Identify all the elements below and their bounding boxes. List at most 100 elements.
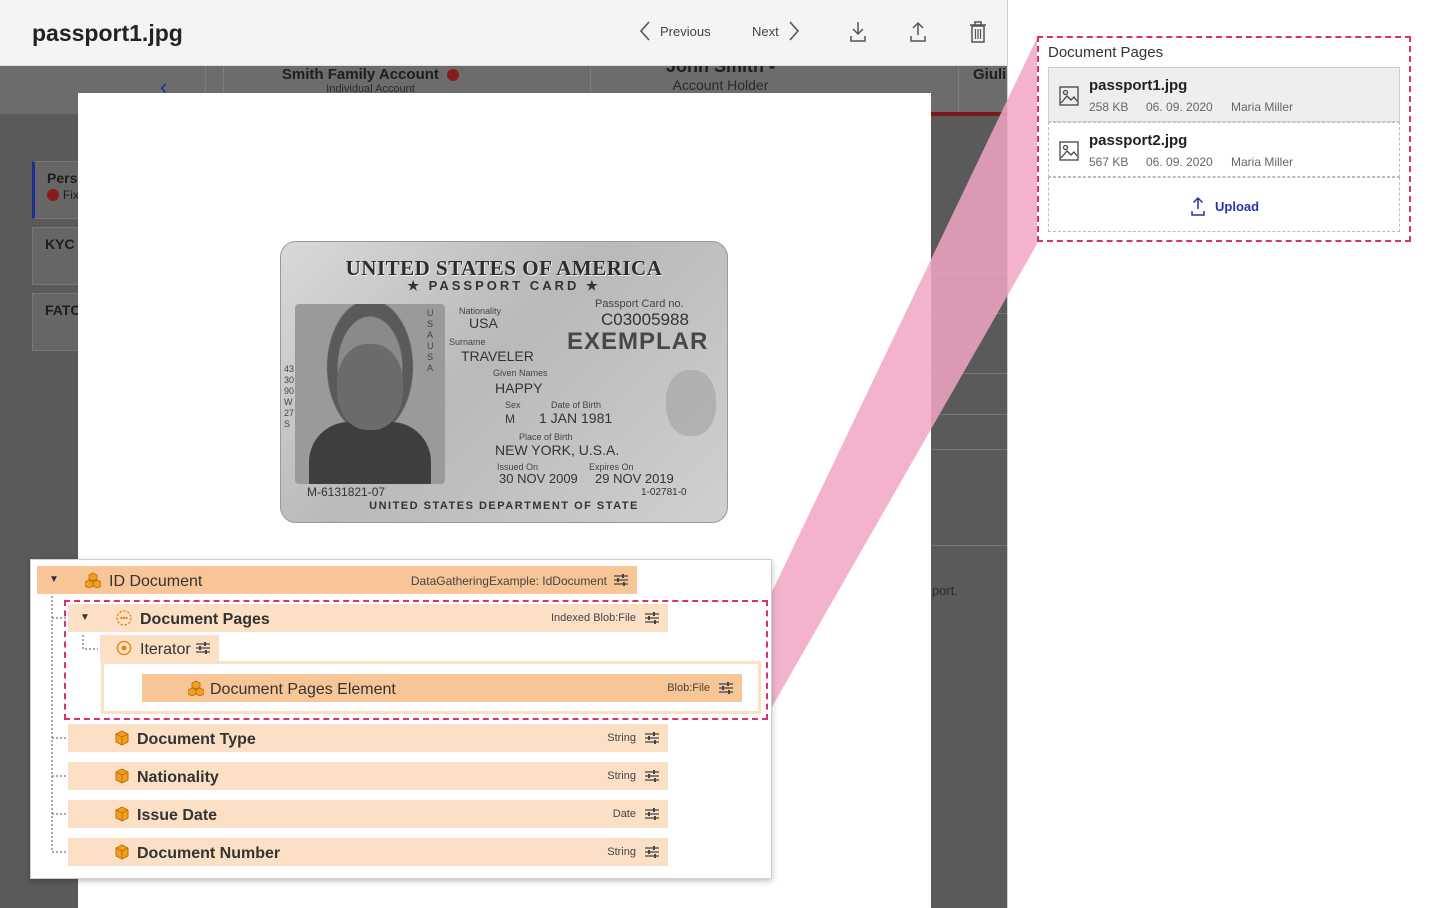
background-tab-third: Giulia xyxy=(958,66,1007,114)
tree-node-type: Indexed Blob:File xyxy=(551,612,636,624)
viewer-header: passport1.jpg Previous Next xyxy=(0,0,1007,66)
previous-label: Previous xyxy=(660,23,711,39)
tree-node-type: String xyxy=(607,770,636,782)
field-cube-icon xyxy=(115,806,129,822)
passport-exemplar: EXEMPLAR xyxy=(567,328,709,355)
background-divider xyxy=(931,545,1007,546)
page-item-name: passport2.jpg xyxy=(1089,132,1188,149)
settings-sliders-icon[interactable] xyxy=(645,731,659,745)
tree-node-label: Document Type xyxy=(137,731,256,748)
background-tab-account-title: Smith Family Account xyxy=(281,66,439,83)
page-item-name: passport1.jpg xyxy=(1089,77,1188,94)
field-cube-icon xyxy=(115,768,129,784)
background-divider xyxy=(931,414,1007,415)
upload-label: Upload xyxy=(1215,198,1260,214)
tree-node-label: Document Number xyxy=(137,845,281,862)
upload-button[interactable]: Upload xyxy=(1189,196,1259,216)
page-item-user: Maria Miller xyxy=(1231,100,1294,114)
background-divider xyxy=(931,373,1007,374)
background-active-tab-indicator xyxy=(931,112,1007,116)
upload-icon xyxy=(1191,196,1205,216)
tree-node-label: ID Document xyxy=(109,573,203,590)
collection-icon xyxy=(116,610,132,626)
upload-area: Upload xyxy=(1048,177,1400,232)
passport-pob-label: Place of Birth xyxy=(519,432,573,442)
tree-node-label: Document Pages Element xyxy=(210,681,396,698)
error-icon xyxy=(447,69,460,82)
iterator-icon xyxy=(116,640,132,656)
tree-node-type: Blob:File xyxy=(667,682,710,694)
settings-sliders-icon[interactable] xyxy=(614,573,628,587)
object-cluster-icon xyxy=(188,680,204,696)
field-cube-icon xyxy=(115,730,129,746)
page-item-size: 258 KB xyxy=(1089,100,1129,114)
background-card-personal-status: Fix xyxy=(62,188,79,202)
background-tab-holder-sub: Account Holder xyxy=(672,77,769,93)
passport-sex: M xyxy=(505,412,515,426)
passport-photo-face xyxy=(337,344,403,430)
object-cluster-icon xyxy=(85,572,101,588)
image-icon xyxy=(1059,86,1079,106)
passport-card-image: UNITED STATES OF AMERICA ★ PASSPORT CARD… xyxy=(280,241,728,523)
background-divider xyxy=(931,449,1007,450)
previous-button[interactable]: Previous xyxy=(638,20,711,42)
settings-sliders-icon[interactable] xyxy=(719,681,733,695)
next-label: Next xyxy=(752,23,779,39)
passport-vertical-country: USAUSA xyxy=(427,308,434,373)
passport-photo-body xyxy=(309,422,431,484)
passport-issued: 30 NOV 2009 xyxy=(499,471,578,486)
passport-given-label: Given Names xyxy=(493,368,548,378)
passport-department: UNITED STATES DEPARTMENT OF STATE xyxy=(369,500,639,512)
tree-node-type: String xyxy=(607,732,636,744)
tree-node-label: Iterator xyxy=(140,641,191,658)
page-item-date: 06. 09. 2020 xyxy=(1146,155,1213,169)
tree-node-nationality[interactable]: Nationality String xyxy=(68,762,668,790)
tree-node-document-pages-element[interactable]: Document Pages Element Blob:File xyxy=(142,674,742,702)
passport-card-no: C03005988 xyxy=(601,310,689,329)
expand-caret-icon[interactable]: ▼ xyxy=(49,574,59,585)
passport-expires: 29 NOV 2019 xyxy=(595,471,674,486)
passport-nationality: USA xyxy=(469,315,498,331)
passport-card-no-label: Passport Card no. xyxy=(595,298,684,310)
settings-sliders-icon[interactable] xyxy=(645,807,659,821)
passport-vertical-number: 433090W27S xyxy=(284,364,295,429)
tree-node-label: Nationality xyxy=(137,769,219,786)
error-icon xyxy=(47,189,59,202)
file-title: passport1.jpg xyxy=(32,20,183,46)
page-item-user: Maria Miller xyxy=(1231,155,1294,169)
passport-photo xyxy=(295,304,445,484)
tree-node-document-type[interactable]: Document Type String xyxy=(68,724,668,752)
field-cube-icon xyxy=(115,844,129,860)
tree-node-issue-date[interactable]: Issue Date Date xyxy=(68,800,668,828)
tree-node-type: String xyxy=(607,846,636,858)
settings-sliders-icon[interactable] xyxy=(196,641,210,655)
passport-sex-label: Sex xyxy=(505,400,521,410)
settings-sliders-icon[interactable] xyxy=(645,611,659,625)
page-item-passport2[interactable]: passport2.jpg 567 KB 06. 09. 2020 Maria … xyxy=(1048,122,1400,177)
tree-node-document-pages[interactable]: ▼ Document Pages Indexed Blob:File xyxy=(68,604,668,632)
upload-icon[interactable] xyxy=(907,20,929,44)
background-tab-third-title: Giulia xyxy=(973,66,1007,83)
background-divider xyxy=(931,272,1007,273)
tree-node-document-number[interactable]: Document Number String xyxy=(68,838,668,866)
passport-mrz-left: M-6131821-07 xyxy=(307,485,386,499)
passport-mrz-right: 1-02781-0 xyxy=(641,487,687,498)
background-divider xyxy=(931,313,1007,314)
expand-caret-icon[interactable]: ▼ xyxy=(80,612,90,623)
download-icon[interactable] xyxy=(847,20,869,44)
trash-icon[interactable] xyxy=(967,20,989,44)
settings-sliders-icon[interactable] xyxy=(645,769,659,783)
tree-node-iterator[interactable]: Iterator xyxy=(100,635,219,661)
settings-sliders-icon[interactable] xyxy=(645,845,659,859)
tree-node-type: Date xyxy=(612,808,636,820)
passport-surname-label: Surname xyxy=(449,337,486,347)
image-icon xyxy=(1059,141,1079,161)
tree-node-type: DataGatheringExample: IdDocument xyxy=(410,574,607,588)
tree-node-id-document[interactable]: ▼ ID Document DataGatheringExample: IdDo… xyxy=(37,566,637,594)
next-button[interactable]: Next xyxy=(752,20,801,42)
page-item-size: 567 KB xyxy=(1089,155,1129,169)
chevron-right-icon xyxy=(789,21,799,41)
chevron-left-icon xyxy=(639,21,650,41)
passport-card-type: ★ PASSPORT CARD ★ xyxy=(407,278,601,293)
page-item-passport1[interactable]: passport1.jpg 258 KB 06. 09. 2020 Maria … xyxy=(1048,67,1400,122)
